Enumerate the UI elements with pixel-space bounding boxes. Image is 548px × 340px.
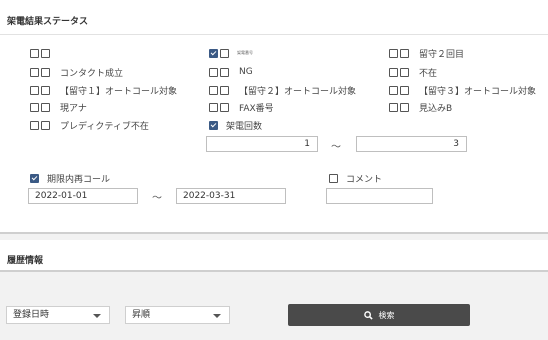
checkbox[interactable] bbox=[220, 48, 229, 58]
status-item-label: 【留守３】オートコール対象 bbox=[419, 86, 537, 97]
deadline-recall-option[interactable]: 期限内再コール bbox=[30, 171, 110, 185]
checkbox[interactable] bbox=[400, 85, 409, 95]
status-item-rusu2[interactable]: 【留守２】オートコール対象 bbox=[209, 83, 356, 97]
checkbox[interactable] bbox=[400, 102, 409, 112]
checkbox[interactable] bbox=[41, 102, 50, 112]
checkbox[interactable] bbox=[220, 85, 229, 95]
checkbox[interactable] bbox=[41, 120, 50, 130]
history-section-title: 履歴情報 bbox=[7, 256, 44, 266]
call-count-from-input[interactable]: 1 bbox=[206, 136, 318, 152]
deadline-recall-label: 期限内再コール bbox=[47, 174, 111, 185]
status-item-call-number[interactable]: 架電番号 bbox=[209, 46, 253, 60]
checkbox[interactable] bbox=[220, 67, 229, 77]
checkbox[interactable] bbox=[389, 48, 398, 58]
status-panel: 架電結果ステータス コンタクト成立 【留守１】オートコール対象 現アナ プレディ… bbox=[0, 0, 548, 234]
checkbox[interactable] bbox=[220, 102, 229, 112]
search-button[interactable]: 検索 bbox=[288, 304, 470, 326]
status-item-rusu2kai[interactable]: 留守２回目 bbox=[389, 46, 464, 60]
deadline-to-input[interactable]: 2022-03-31 bbox=[176, 188, 286, 204]
checkbox[interactable] bbox=[41, 48, 50, 58]
checkbox[interactable] bbox=[209, 85, 218, 95]
status-item-contact[interactable]: コンタクト成立 bbox=[30, 65, 123, 79]
call-count-to-input[interactable]: 3 bbox=[356, 136, 467, 152]
checkbox[interactable] bbox=[400, 67, 409, 77]
chevron-down-icon bbox=[213, 314, 221, 318]
checkbox-checked[interactable] bbox=[30, 173, 39, 183]
checkbox[interactable] bbox=[389, 85, 398, 95]
status-item-label: 現アナ bbox=[60, 103, 87, 114]
sort-order-select[interactable]: 昇順 bbox=[125, 306, 230, 324]
status-item-label: NG bbox=[239, 67, 253, 77]
chevron-down-icon bbox=[93, 314, 101, 318]
range-separator: 〜 bbox=[331, 142, 341, 153]
checkbox[interactable] bbox=[209, 67, 218, 77]
checkbox-checked[interactable] bbox=[209, 120, 218, 130]
call-count-label: 架電回数 bbox=[226, 121, 263, 132]
sort-order-value: 昇順 bbox=[132, 310, 151, 320]
checkbox[interactable] bbox=[389, 67, 398, 77]
sort-field-select[interactable]: 登録日時 bbox=[6, 306, 110, 324]
checkbox[interactable] bbox=[41, 85, 50, 95]
status-item-label: 不在 bbox=[419, 68, 438, 79]
sort-field-value: 登録日時 bbox=[13, 310, 50, 320]
status-item-fax[interactable]: FAX番号 bbox=[209, 100, 274, 114]
comment-label: コメント bbox=[346, 174, 383, 185]
status-item-predictive[interactable]: プレディクティブ不在 bbox=[30, 118, 149, 132]
status-item-label: 留守２回目 bbox=[419, 49, 465, 60]
status-item-label: 見込みB bbox=[419, 103, 453, 114]
checkbox[interactable] bbox=[41, 67, 50, 77]
checkbox[interactable] bbox=[30, 85, 39, 95]
call-count-option[interactable]: 架電回数 bbox=[209, 118, 262, 132]
status-item-blank[interactable] bbox=[30, 46, 60, 60]
checkbox[interactable] bbox=[209, 102, 218, 112]
status-item-label: 【留守２】オートコール対象 bbox=[239, 86, 357, 97]
checkbox[interactable] bbox=[329, 173, 338, 183]
checkbox[interactable] bbox=[389, 102, 398, 112]
status-section-title: 架電結果ステータス bbox=[7, 17, 89, 27]
status-item-rusu1[interactable]: 【留守１】オートコール対象 bbox=[30, 83, 177, 97]
checkbox[interactable] bbox=[30, 120, 39, 130]
status-item-ng[interactable]: NG bbox=[209, 65, 253, 79]
checkbox[interactable] bbox=[400, 48, 409, 58]
status-item-genana[interactable]: 現アナ bbox=[30, 100, 87, 114]
status-item-label: FAX番号 bbox=[239, 103, 274, 114]
search-icon bbox=[363, 310, 373, 320]
checkbox-checked[interactable] bbox=[209, 48, 218, 58]
status-item-fuzai[interactable]: 不在 bbox=[389, 65, 437, 79]
checkbox[interactable] bbox=[30, 48, 39, 58]
history-panel: 履歴情報 bbox=[0, 240, 548, 272]
section-divider bbox=[0, 34, 548, 35]
checkbox[interactable] bbox=[30, 102, 39, 112]
comment-input[interactable] bbox=[326, 188, 433, 204]
checkbox[interactable] bbox=[30, 67, 39, 77]
range-separator: 〜 bbox=[152, 193, 162, 204]
status-item-rusu3[interactable]: 【留守３】オートコール対象 bbox=[389, 83, 536, 97]
status-item-mikomi-b[interactable]: 見込みB bbox=[389, 100, 452, 114]
status-item-label: コンタクト成立 bbox=[60, 68, 124, 79]
search-button-label: 検索 bbox=[378, 310, 395, 320]
status-item-label: 【留守１】オートコール対象 bbox=[60, 86, 178, 97]
comment-option[interactable]: コメント bbox=[329, 171, 382, 185]
status-item-label: プレディクティブ不在 bbox=[60, 121, 149, 132]
deadline-from-input[interactable]: 2022-01-01 bbox=[28, 188, 138, 204]
status-item-label: 架電番号 bbox=[237, 50, 253, 55]
